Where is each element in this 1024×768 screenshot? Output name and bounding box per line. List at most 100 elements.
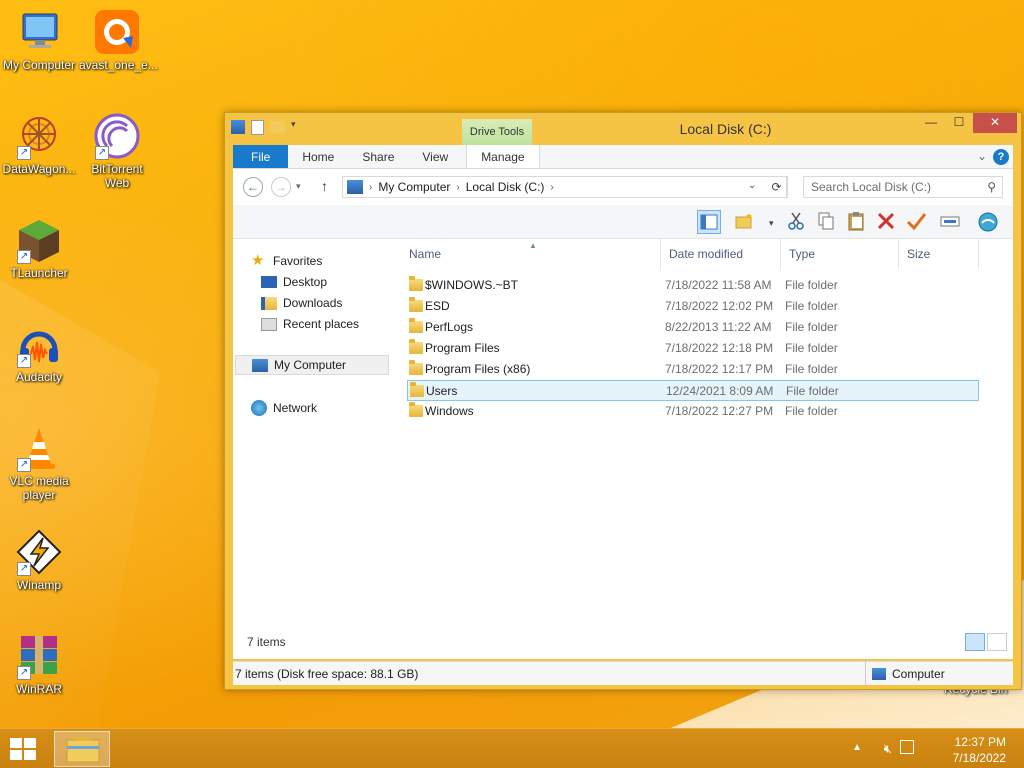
cut-button[interactable] [785, 210, 809, 234]
taskbar-file-explorer-button[interactable] [54, 731, 110, 767]
new-folder-dropdown-chevron-icon[interactable]: ▾ [769, 218, 774, 229]
tab-file[interactable]: File [233, 145, 289, 168]
address-history-chevron-icon[interactable]: ⌄ [748, 180, 756, 191]
nav-item-my-computer[interactable]: My Computer [235, 355, 389, 375]
navigation-pane-button[interactable] [697, 210, 721, 234]
nav-item-desktop[interactable]: Desktop [261, 272, 327, 292]
desktop-icon-datawagon[interactable]: ↗ DataWagon... [1, 112, 77, 176]
computer-icon [252, 358, 268, 372]
navigation-pane: ★ Favorites Desktop Downloads Recent pla… [233, 239, 393, 619]
desktop-icon-bittorrent[interactable]: ↗ BitTorrent Web [79, 112, 155, 190]
shortcut-arrow-icon: ↗ [95, 146, 109, 160]
minimize-button[interactable]: — [917, 113, 945, 133]
select-all-button[interactable] [939, 210, 963, 234]
file-list[interactable]: Name ▲ Date modified Type Size $WINDOWS.… [401, 239, 1013, 619]
shortcut-arrow-icon: ↗ [17, 146, 31, 160]
file-name: Users [426, 384, 458, 398]
close-button[interactable]: ✕ [973, 113, 1017, 133]
file-row[interactable]: Windows 7/18/2022 12:27 PM File folder [407, 401, 979, 422]
desktop-icon-winrar[interactable]: ↗ WinRAR [1, 632, 77, 696]
title-bar[interactable]: ▾ Drive Tools Local Disk (C:) — ☐ ✕ [225, 113, 1021, 145]
copy-button[interactable] [815, 210, 839, 234]
file-row[interactable]: $WINDOWS.~BT 7/18/2022 11:58 AM File fol… [407, 275, 979, 296]
item-count: 7 items [247, 635, 286, 649]
file-explorer-folder-icon [66, 737, 100, 763]
window-title: Local Disk (C:) [679, 121, 772, 137]
column-header-type[interactable]: Type [781, 239, 899, 269]
file-row[interactable]: Program Files (x86) 7/18/2022 12:17 PM F… [407, 359, 979, 380]
file-row[interactable]: ESD 7/18/2022 12:02 PM File folder [407, 296, 979, 317]
help-icon[interactable]: ? [993, 149, 1009, 165]
new-folder-button[interactable] [733, 210, 757, 234]
file-row[interactable]: Program Files 7/18/2022 12:18 PM File fo… [407, 338, 979, 359]
column-header-date-modified[interactable]: Date modified [661, 239, 781, 269]
desktop-icon-avast[interactable]: avast_one_e... [79, 8, 158, 72]
back-button[interactable]: ← [243, 177, 263, 197]
paste-button[interactable] [845, 210, 869, 234]
file-name: ESD [425, 299, 450, 313]
nav-item-downloads[interactable]: Downloads [261, 293, 342, 313]
file-type: File folder [785, 278, 838, 292]
tab-manage[interactable]: Manage [466, 145, 540, 168]
desktop-icon-label: DataWagon... [2, 162, 76, 176]
file-date: 12/24/2021 8:09 AM [666, 384, 774, 398]
nav-item-network[interactable]: Network [251, 398, 317, 418]
breadcrumb-local-disk[interactable]: Local Disk (C:) [462, 180, 549, 194]
up-button[interactable]: ↑ [321, 178, 328, 194]
nav-item-favorites[interactable]: ★ Favorites [251, 251, 322, 271]
file-type: File folder [785, 341, 838, 355]
shortcut-arrow-icon: ↗ [17, 562, 31, 576]
delete-button[interactable] [875, 210, 899, 234]
desktop-icon-label: avast_one_e... [79, 58, 158, 72]
file-row[interactable]: PerfLogs 8/22/2013 11:22 AM File folder [407, 317, 979, 338]
desktop-icon-my-computer[interactable]: My Computer [1, 8, 77, 72]
breadcrumb-separator-icon[interactable]: › [548, 182, 555, 193]
file-row-selected[interactable]: Users 12/24/2021 8:09 AM File folder [407, 380, 979, 401]
ribbon-right-controls: ⌄ ? [977, 149, 1009, 165]
start-button[interactable] [10, 738, 38, 762]
clock[interactable]: 12:37 PM 7/18/2022 [936, 734, 1006, 766]
desktop-icon-vlc[interactable]: ↗ VLC media player [1, 424, 77, 502]
windows-logo-icon [24, 738, 36, 748]
shortcut-arrow-icon: ↗ [17, 458, 31, 472]
tab-view[interactable]: View [408, 145, 462, 168]
column-header-size[interactable]: Size [899, 239, 979, 269]
search-input[interactable]: Search Local Disk (C:) ⚲ [803, 176, 1003, 198]
desktop-icon-tlauncher[interactable]: ↗ TLauncher [1, 216, 77, 280]
breadcrumb-separator-icon[interactable]: › [454, 182, 461, 193]
address-bar[interactable]: › My Computer › Local Disk (C:) › [342, 176, 787, 198]
desktop-icon-winamp[interactable]: ↗ Winamp [1, 528, 77, 592]
forward-button[interactable]: → [271, 177, 291, 197]
expand-ribbon-chevron-icon[interactable]: ⌄ [977, 149, 987, 165]
maximize-button[interactable]: ☐ [945, 113, 973, 133]
breadcrumb-my-computer[interactable]: My Computer [374, 180, 454, 194]
explorer-window[interactable]: ▾ Drive Tools Local Disk (C:) — ☐ ✕ File… [224, 112, 1022, 690]
tab-share[interactable]: Share [348, 145, 408, 168]
winamp-lightning-icon: ↗ [15, 528, 63, 576]
datawagon-icon: ↗ [15, 112, 63, 160]
open-in-shell-button[interactable] [977, 210, 1001, 234]
breadcrumb-separator-icon[interactable]: › [367, 182, 374, 193]
desktop-icon-audacity[interactable]: ↗ Audacity [1, 320, 77, 384]
shortcut-arrow-icon: ↗ [17, 354, 31, 368]
file-date: 7/18/2022 12:17 PM [665, 362, 774, 376]
refresh-button[interactable]: ⟳ [766, 176, 788, 198]
desktop-icon-label: BitTorrent Web [91, 162, 143, 190]
tab-home[interactable]: Home [288, 145, 348, 168]
network-icon[interactable] [900, 740, 914, 754]
nav-item-label: Downloads [283, 296, 343, 310]
search-placeholder: Search Local Disk (C:) [811, 180, 932, 194]
large-icons-view-button[interactable] [987, 633, 1007, 651]
recent-locations-chevron-icon[interactable]: ▾ [296, 181, 301, 192]
rename-check-button[interactable] [905, 210, 929, 234]
status-zone: Computer [865, 662, 1007, 686]
details-view-button[interactable] [965, 633, 985, 651]
show-hidden-icons-chevron-icon[interactable]: ▲ [852, 742, 862, 753]
command-toolbar: ▾ [233, 205, 1013, 239]
speaker-muted-icon[interactable]: 🔇︎ [884, 741, 892, 757]
desktop-icon-label: Audacity [15, 370, 63, 384]
nav-item-recent-places[interactable]: Recent places [261, 314, 359, 334]
status-bar: 7 items (Disk free space: 88.1 GB) Compu… [233, 661, 1013, 686]
audacity-headphones-icon: ↗ [15, 320, 63, 368]
winrar-books-icon: ↗ [15, 632, 63, 680]
